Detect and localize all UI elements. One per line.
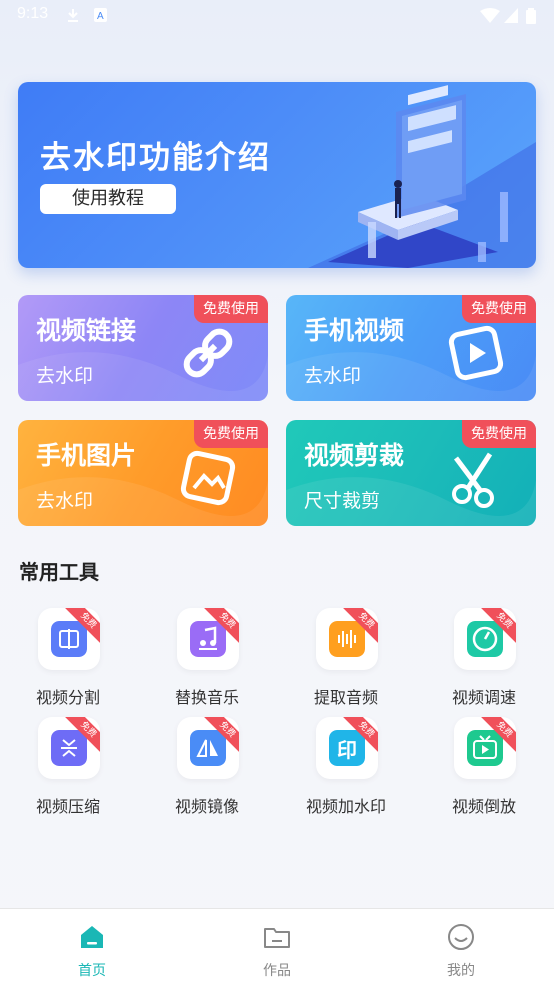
tool-icon-box[interactable]: 免费	[177, 608, 239, 670]
tab-label: 我的	[447, 963, 475, 979]
tool-icon-box[interactable]: 免费	[454, 717, 516, 779]
tool-mirror[interactable]: 免费 视频镜像	[147, 717, 267, 817]
card-subtitle: 去水印	[304, 365, 362, 387]
video-link-card[interactable]: 视频链接 去水印 免费使用	[18, 295, 268, 401]
audio-wave-icon	[329, 621, 365, 657]
tool-icon-box[interactable]: 免费	[38, 608, 100, 670]
mirror-icon	[190, 730, 226, 766]
video-crop-card[interactable]: 视频剪裁 尺寸裁剪 免费使用	[286, 420, 536, 526]
play-icon	[448, 325, 504, 381]
tool-label: 提取音频	[313, 688, 378, 707]
home-icon	[81, 926, 103, 948]
card-subtitle: 去水印	[36, 490, 94, 512]
card-title: 视频剪裁	[304, 441, 405, 470]
tool-icon-box[interactable]: 免费	[316, 608, 378, 670]
tab-label: 作品	[263, 963, 291, 979]
tool-music[interactable]: 免费 替换音乐	[147, 608, 267, 708]
tool-label: 视频镜像	[174, 797, 239, 816]
tool-label: 视频加水印	[305, 797, 386, 816]
free-badge: 免费使用	[194, 295, 268, 323]
svg-text:A: A	[97, 11, 104, 22]
tool-speed[interactable]: 免费 视频调速	[424, 608, 544, 708]
tab-mine[interactable]: 我的	[401, 909, 521, 984]
tool-compress[interactable]: 免费 视频压缩	[8, 717, 128, 817]
card-subtitle: 去水印	[36, 365, 94, 387]
tool-label: 视频倒放	[451, 797, 516, 816]
tab-works[interactable]: 作品	[217, 909, 337, 984]
banner-illustration-icon	[308, 85, 536, 268]
phone-image-card[interactable]: 手机图片 去水印 免费使用	[18, 420, 268, 526]
bottom-tab-bar: 首页 作品 我的	[0, 908, 554, 984]
tutorial-banner[interactable]: 去水印功能介绍 使用教程	[18, 82, 536, 268]
tutorial-button[interactable]: 使用教程	[40, 184, 176, 214]
tool-label: 视频分割	[35, 688, 100, 707]
card-title: 手机图片	[36, 441, 137, 470]
tool-icon-box[interactable]: 免费	[454, 608, 516, 670]
svg-text:印: 印	[337, 738, 357, 762]
tab-home[interactable]: 首页	[32, 909, 152, 984]
free-badge: 免费使用	[462, 295, 536, 323]
image-icon	[180, 450, 236, 506]
tool-icon-box[interactable]: 免费	[177, 717, 239, 779]
banner-title: 去水印功能介绍	[40, 140, 271, 176]
signal-icon	[504, 8, 518, 23]
status-time: 9:13	[17, 5, 49, 22]
card-subtitle: 尺寸裁剪	[304, 490, 381, 512]
phone-video-card[interactable]: 手机视频 去水印 免费使用	[286, 295, 536, 401]
tool-icon-box[interactable]: 免费	[38, 717, 100, 779]
download-icon	[68, 9, 78, 22]
free-badge: 免费使用	[462, 420, 536, 448]
music-icon	[190, 621, 226, 657]
watermark-icon: 印	[329, 730, 365, 766]
card-title: 视频链接	[36, 316, 137, 345]
tool-split[interactable]: 免费 视频分割	[8, 608, 128, 708]
smile-icon	[448, 924, 474, 950]
tool-audio-wave[interactable]: 免费 提取音频	[286, 608, 406, 708]
card-title: 手机视频	[304, 316, 405, 345]
scissors-icon	[452, 452, 494, 508]
battery-icon	[526, 8, 536, 24]
compress-icon	[51, 730, 87, 766]
tool-tv-play[interactable]: 免费 视频倒放	[424, 717, 544, 817]
wifi-icon	[480, 8, 500, 23]
link-icon	[183, 328, 233, 378]
tool-label: 替换音乐	[174, 688, 239, 707]
tool-label: 视频调速	[451, 688, 516, 707]
tools-section-title: 常用工具	[19, 560, 99, 584]
tab-label: 首页	[78, 963, 106, 979]
tool-watermark[interactable]: 印免费 视频加水印	[286, 717, 406, 817]
speed-icon	[467, 621, 503, 657]
split-icon	[51, 621, 87, 657]
tv-play-icon	[467, 730, 503, 766]
tool-label: 视频压缩	[35, 797, 100, 816]
status-bar: 9:13 A	[0, 0, 554, 30]
notification-icon: A	[94, 8, 107, 22]
free-badge: 免费使用	[194, 420, 268, 448]
folder-icon	[264, 928, 290, 948]
tool-icon-box[interactable]: 印免费	[316, 717, 378, 779]
